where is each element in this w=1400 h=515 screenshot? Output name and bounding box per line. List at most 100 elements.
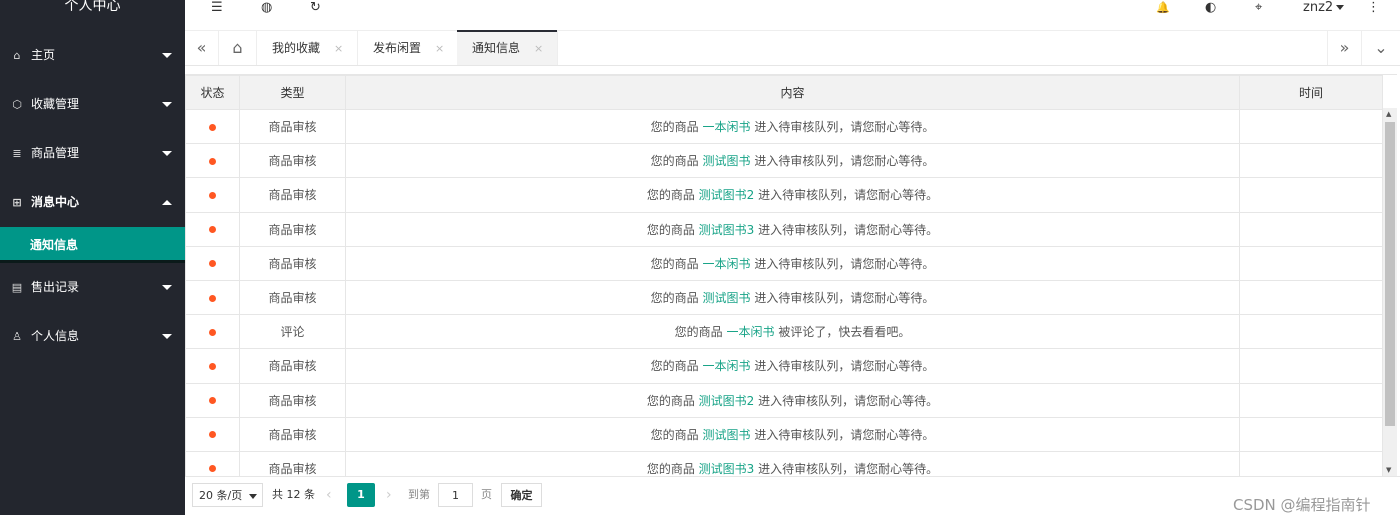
content-prefix: 您的商品	[650, 120, 703, 135]
close-icon[interactable]: ×	[534, 42, 543, 55]
type-cell: 商品审核	[239, 382, 346, 418]
item-link[interactable]: 测试图书	[702, 154, 750, 168]
content-suffix: 进入待审核队列，请您耐心等待。	[754, 222, 939, 237]
content-cell: 您的商品 一本闲书 进入待审核队列，请您耐心等待。	[345, 245, 1240, 281]
item-link[interactable]: 一本闲书	[702, 359, 750, 373]
table-row: 商品审核 您的商品 一本闲书 进入待审核队列，请您耐心等待。	[185, 108, 1383, 145]
content-suffix: 进入待审核队列，请您耐心等待。	[754, 393, 939, 408]
notification-table: 状态 类型 内容 时间 商品审核 您的商品 一本闲书 进入待审核队列，请您耐心等待…	[185, 74, 1397, 476]
content-suffix: 进入待审核队列，请您耐心等待。	[750, 359, 935, 374]
sidebar-item-label: 消息中心	[31, 195, 80, 209]
top-bar: ☰ ◍ ↻ 🔔 ◐ ⌖ znz2 ⋮	[185, 0, 1400, 18]
app-title: 个人中心	[64, 0, 121, 14]
item-link[interactable]: 测试图书2	[699, 394, 755, 408]
tab-favorites[interactable]: 我的收藏 ×	[257, 31, 359, 65]
content-suffix: 被评论了，快去看看吧。	[774, 325, 911, 340]
sidebar-item-messages[interactable]: ⊞ 消息中心	[0, 178, 185, 227]
page-1-button[interactable]: 1	[347, 483, 375, 507]
caret-down-icon	[162, 151, 172, 156]
tab-home-icon[interactable]: ⌂	[219, 31, 257, 65]
tag-icon[interactable]: ⌖	[1255, 0, 1262, 16]
unread-dot-icon	[209, 328, 216, 336]
item-link[interactable]: 测试图书	[702, 291, 750, 305]
sidebar-item-label: 个人信息	[31, 329, 80, 343]
table-row: 商品审核 您的商品 测试图书2 进入待审核队列，请您耐心等待。	[185, 382, 1383, 418]
column-header-content: 内容	[345, 75, 1240, 110]
sidebar-subitem-notifications[interactable]: 通知信息	[0, 227, 185, 263]
status-cell	[185, 245, 240, 281]
content-prefix: 您的商品	[646, 188, 699, 203]
content-prefix: 您的商品	[646, 222, 699, 237]
tab-publish[interactable]: 发布闲置 ×	[358, 31, 460, 65]
watermark: CSDN @编程指南针	[1233, 496, 1371, 514]
content-prefix: 您的商品	[650, 427, 703, 442]
status-cell	[185, 382, 240, 418]
tab-label: 我的收藏	[272, 41, 321, 55]
content-cell: 您的商品 测试图书3 进入待审核队列，请您耐心等待。	[345, 450, 1240, 476]
palette-icon[interactable]: ◐	[1205, 0, 1216, 16]
scroll-thumb[interactable]	[1385, 122, 1395, 426]
status-cell	[185, 348, 240, 384]
more-icon[interactable]: ⋮	[1367, 0, 1380, 16]
item-link[interactable]: 测试图书3	[699, 223, 755, 237]
scroll-down-icon[interactable]: ▼	[1386, 466, 1391, 474]
time-cell	[1239, 177, 1383, 213]
table-scrollbar[interactable]: ▲ ▼	[1382, 108, 1397, 476]
unread-dot-icon	[209, 397, 216, 405]
content-cell: 您的商品 一本闲书 进入待审核队列，请您耐心等待。	[345, 108, 1240, 145]
scroll-up-icon[interactable]: ▲	[1386, 110, 1391, 118]
goto-page-input[interactable]: 1	[438, 483, 473, 507]
content-cell: 您的商品 测试图书2 进入待审核队列，请您耐心等待。	[345, 177, 1240, 213]
page-unit-label: 页	[481, 488, 492, 501]
sidebar-item-profile[interactable]: ♙ 个人信息	[0, 312, 185, 361]
table-row: 商品审核 您的商品 测试图书 进入待审核队列，请您耐心等待。	[185, 279, 1383, 316]
time-cell	[1239, 450, 1383, 476]
type-cell: 商品审核	[239, 177, 346, 213]
close-icon[interactable]: ×	[334, 42, 343, 55]
content-prefix: 您的商品	[650, 359, 703, 374]
table-row: 评论 您的商品 一本闲书 被评论了，快去看看吧。	[185, 314, 1383, 350]
sidebar: 个人中心 ⌂ 主页 ⬡ 收藏管理 ≣ 商品管理 ⊞ 消息中心 通知信息 ▤ 售出…	[0, 0, 185, 515]
tab-prev-button[interactable]: «	[185, 31, 219, 65]
content-prefix: 您的商品	[674, 325, 727, 340]
user-menu[interactable]: znz2	[1303, 0, 1345, 16]
bell-icon[interactable]: 🔔	[1156, 0, 1170, 16]
tab-dropdown-button[interactable]: ⌄	[1361, 31, 1400, 65]
sidebar-item-label: 收藏管理	[31, 97, 80, 111]
time-cell	[1239, 245, 1383, 281]
item-link[interactable]: 测试图书2	[699, 188, 755, 202]
confirm-button[interactable]: 确定	[501, 483, 542, 507]
type-cell: 评论	[239, 314, 346, 350]
status-cell	[185, 143, 240, 179]
content-suffix: 进入待审核队列，请您耐心等待。	[750, 291, 935, 306]
time-cell	[1239, 211, 1383, 247]
list-icon: ≣	[12, 147, 22, 160]
unread-dot-icon	[209, 362, 216, 370]
globe-icon[interactable]: ◍	[261, 0, 272, 16]
sidebar-item-home[interactable]: ⌂ 主页	[0, 31, 185, 80]
close-icon[interactable]: ×	[435, 42, 444, 55]
item-link[interactable]: 测试图书3	[699, 462, 755, 476]
next-page-button[interactable]: ›	[386, 483, 392, 507]
total-count: 共 12 条	[272, 488, 315, 501]
content-suffix: 进入待审核队列，请您耐心等待。	[754, 461, 939, 476]
item-link[interactable]: 一本闲书	[726, 325, 774, 339]
time-cell	[1239, 348, 1383, 384]
menu-toggle-icon[interactable]: ☰	[211, 0, 223, 16]
item-link[interactable]: 测试图书	[702, 428, 750, 442]
sidebar-item-favorites[interactable]: ⬡ 收藏管理	[0, 80, 185, 129]
item-link[interactable]: 一本闲书	[702, 257, 750, 271]
sidebar-item-goods[interactable]: ≣ 商品管理	[0, 129, 185, 178]
tab-next-button[interactable]: »	[1327, 31, 1361, 65]
table-header-row: 状态 类型 内容 时间	[185, 75, 1383, 110]
page-size-select[interactable]: 20 条/页	[192, 483, 263, 507]
refresh-icon[interactable]: ↻	[310, 0, 321, 16]
time-cell	[1239, 143, 1383, 179]
tab-notifications[interactable]: 通知信息 ×	[457, 30, 559, 65]
chevron-down-icon	[249, 494, 257, 499]
item-link[interactable]: 一本闲书	[702, 120, 750, 134]
type-cell: 商品审核	[239, 450, 346, 476]
user-icon: ♙	[12, 330, 22, 343]
prev-page-button[interactable]: ‹	[326, 483, 332, 507]
sidebar-item-sales[interactable]: ▤ 售出记录	[0, 263, 185, 312]
